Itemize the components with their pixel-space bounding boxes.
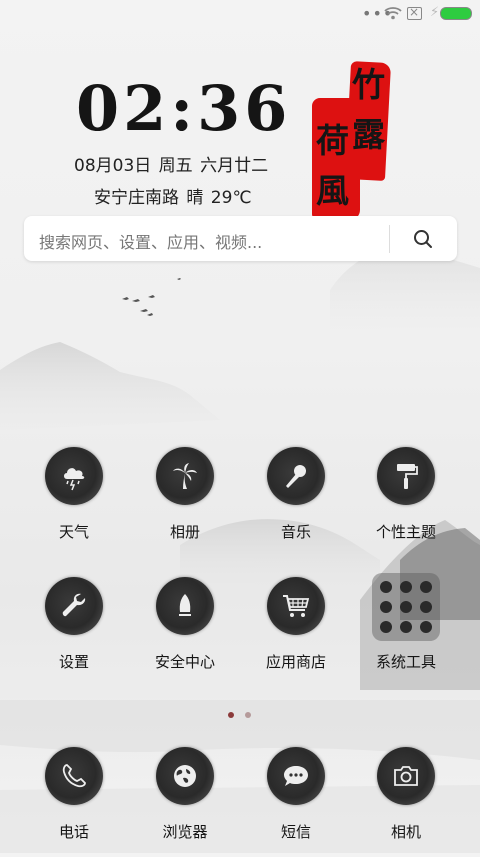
app-label: 相册 xyxy=(169,523,200,541)
folder-icon[interactable] xyxy=(372,573,440,641)
app-settings[interactable]: 设置 xyxy=(19,577,129,687)
page-dot-active[interactable] xyxy=(228,712,234,718)
app-label: 天气 xyxy=(58,523,89,541)
search-placeholder[interactable]: 搜索网页、设置、应用、视频... xyxy=(39,229,262,253)
app-camera[interactable]: 相机 xyxy=(351,747,461,857)
palm-tree-icon[interactable] xyxy=(156,447,214,505)
search-divider xyxy=(389,225,390,253)
app-security[interactable]: 安全中心 xyxy=(130,577,240,687)
app-browser[interactable]: 浏览器 xyxy=(130,747,240,857)
app-phone[interactable]: 电话 xyxy=(19,747,129,857)
clock-time[interactable]: 02:36 xyxy=(76,78,291,140)
app-store[interactable]: 应用商店 xyxy=(241,577,351,687)
seal-char: 露 xyxy=(352,115,385,154)
weather-text[interactable]: 安宁庄南路 晴 29℃ xyxy=(94,183,252,208)
app-music[interactable]: 音乐 xyxy=(241,447,351,557)
battery-icon xyxy=(440,7,472,20)
seal-char: 荷 xyxy=(316,121,349,160)
paint-roller-icon[interactable] xyxy=(377,447,435,505)
date-text[interactable]: 08月03日 周五 六月廿二 xyxy=(74,151,268,176)
app-label: 短信 xyxy=(280,823,311,841)
search-icon[interactable] xyxy=(412,228,434,250)
page-dot[interactable] xyxy=(245,712,251,718)
weather-icon[interactable] xyxy=(45,447,103,505)
app-label: 系统工具 xyxy=(375,653,436,671)
camera-icon[interactable] xyxy=(377,747,435,805)
globe-icon[interactable] xyxy=(156,747,214,805)
app-messages[interactable]: 短信 xyxy=(241,747,351,857)
calligraphy-seal: 竹 露 荷 風 xyxy=(312,61,396,220)
app-label: 音乐 xyxy=(280,523,311,541)
app-label: 相机 xyxy=(390,823,421,841)
app-label: 个性主题 xyxy=(375,523,436,541)
microphone-icon[interactable] xyxy=(267,447,325,505)
app-label: 应用商店 xyxy=(265,653,326,671)
page-indicator[interactable] xyxy=(228,703,262,722)
app-label: 设置 xyxy=(58,653,89,671)
app-label: 浏览器 xyxy=(162,823,208,841)
app-weather[interactable]: 天气 xyxy=(19,447,129,557)
wifi-icon xyxy=(384,7,402,20)
search-bar[interactable]: 搜索网页、设置、应用、视频... xyxy=(24,216,457,261)
phone-icon[interactable] xyxy=(45,747,103,805)
wrench-icon[interactable] xyxy=(45,577,103,635)
chat-bubble-icon[interactable] xyxy=(267,747,325,805)
cart-icon[interactable] xyxy=(267,577,325,635)
seal-char: 風 xyxy=(316,171,349,210)
status-bar: ••• ⚡ xyxy=(0,0,480,28)
shield-icon[interactable] xyxy=(156,577,214,635)
no-sim-icon xyxy=(407,5,422,20)
app-gallery[interactable]: 相册 xyxy=(130,447,240,557)
app-themes[interactable]: 个性主题 xyxy=(351,447,461,557)
charging-icon: ⚡ xyxy=(430,5,440,20)
seal-char: 竹 xyxy=(352,65,385,104)
app-label: 电话 xyxy=(58,823,89,841)
app-label: 安全中心 xyxy=(154,653,215,671)
